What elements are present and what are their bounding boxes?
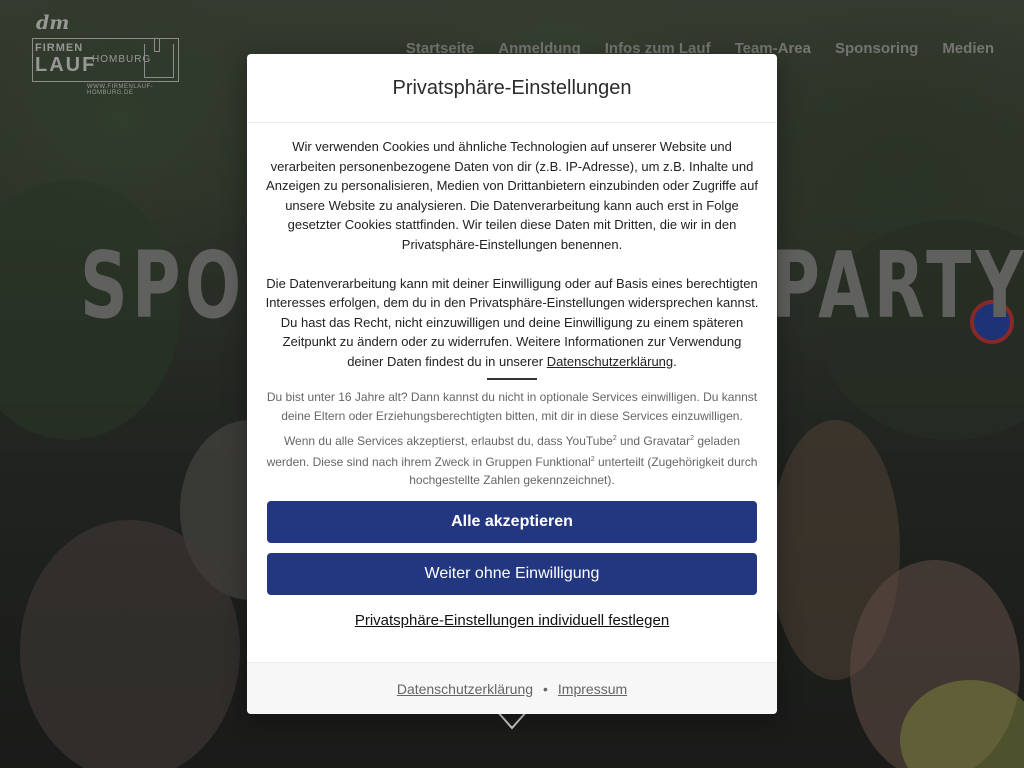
dialog-header: Privatsphäre-Einstellungen — [247, 54, 777, 123]
dialog-title: Privatsphäre-Einstellungen — [392, 76, 632, 99]
footer-separator: • — [543, 680, 548, 697]
privacy-policy-inline-link[interactable]: Datenschutzerklärung — [547, 354, 673, 369]
accept-all-button[interactable]: Alle akzeptieren — [267, 500, 757, 543]
privacy-dialog: Privatsphäre-Einstellungen Wir verwenden… — [247, 54, 777, 714]
age-notice: Du bist unter 16 Jahre alt? Dann kannst … — [266, 390, 758, 423]
footer-privacy-link[interactable]: Datenschutzerklärung — [397, 681, 533, 697]
cookie-info-paragraph: Wir verwenden Cookies und ähnliche Techn… — [266, 139, 758, 252]
individual-settings-link[interactable]: Privatsphäre-Einstellungen individuell f… — [265, 612, 759, 629]
services-text-b: und Gravatar — [616, 434, 691, 448]
dialog-footer: Datenschutzerklärung • Impressum — [247, 662, 777, 714]
divider — [487, 378, 537, 380]
continue-without-consent-button[interactable]: Weiter ohne Einwilligung — [267, 552, 757, 595]
services-notice: Wenn du alle Services akzeptierst, erlau… — [265, 430, 759, 490]
consent-info-paragraph: Die Datenverarbeitung kann mit deiner Ei… — [265, 274, 759, 372]
services-text-a: Wenn du alle Services akzeptierst, erlau… — [283, 434, 613, 448]
dialog-body: Wir verwenden Cookies und ähnliche Techn… — [247, 123, 777, 629]
footer-imprint-link[interactable]: Impressum — [558, 681, 627, 697]
consent-info-text: Die Datenverarbeitung kann mit deiner Ei… — [265, 275, 759, 369]
consent-info-end: . — [673, 353, 677, 369]
